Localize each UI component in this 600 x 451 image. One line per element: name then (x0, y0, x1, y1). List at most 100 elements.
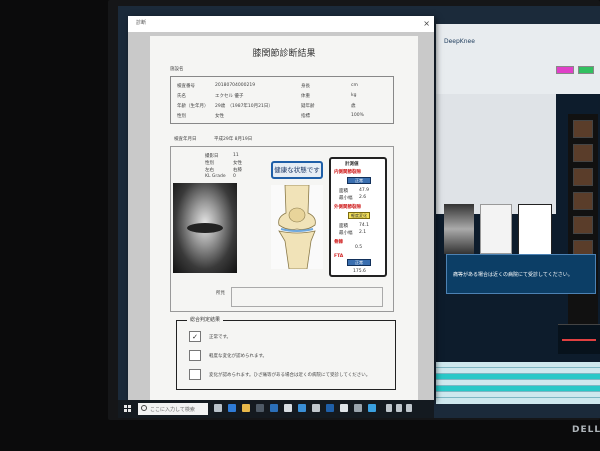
edge-browser-icon[interactable] (228, 404, 236, 412)
background-message-dialog: 痛等がある場合は近くの病院にて受診してください。 (446, 254, 596, 294)
background-header: DeepKnee (436, 24, 600, 94)
app-icon[interactable] (298, 404, 306, 412)
inner-width-label: 最小幅 (339, 196, 353, 201)
measurement-title: 計測値 (345, 162, 359, 167)
result-text-mild: 軽度な変化が認められます。 (209, 354, 268, 359)
remarks-field[interactable]: 所見 (216, 287, 383, 307)
outer-joint-label: 外側関節裂隙 (334, 205, 361, 210)
field-label: 年齢（生年月） (177, 104, 209, 109)
knee-xray-image (173, 183, 237, 273)
field-label: 疑年齢 (301, 104, 315, 109)
outer-area-value: 74.1 (359, 223, 370, 228)
field-label: 指標 (301, 114, 310, 119)
inner-area-label: 面積 (339, 189, 348, 194)
fta-normal-button[interactable]: 正常 (347, 259, 371, 266)
field-value: 29歳 （1987年10月21日） (215, 104, 273, 109)
result-checkbox-normal[interactable]: ✓ (189, 331, 201, 342)
summary-value: 右膝 (233, 168, 242, 173)
field-value: 歳 (351, 104, 356, 109)
app-icon[interactable] (354, 404, 362, 412)
window-titlebar[interactable]: 診断 × (128, 16, 434, 32)
osteophyte-label: 骨棘 (334, 240, 343, 245)
tray-icon[interactable] (396, 404, 402, 412)
osteophyte-value: 0.5 (355, 245, 363, 250)
field-value: エクセル 優子 (215, 94, 244, 99)
background-result-panel (436, 94, 556, 278)
inner-normal-button[interactable]: 正常 (347, 177, 371, 184)
app-icon[interactable] (326, 404, 334, 412)
background-thumbnail-strip[interactable] (568, 114, 598, 334)
background-data-table[interactable] (436, 362, 600, 404)
diagnosis-window[interactable]: 診断 × 膝関節診断結果 施設名 検査番号 20180704000219 氏名 … (128, 16, 434, 400)
exam-date-value: 平成29年 8月19日 (214, 137, 253, 142)
measurement-panel: 計測値 内側関節裂隙 正常 面積 47.9 最小幅 2.6 外側関節裂隙 軽度変… (329, 157, 387, 277)
outer-width-label: 最小幅 (339, 231, 353, 236)
outer-mild-change-badge[interactable]: 軽度変化 (348, 212, 370, 219)
background-magenta-button[interactable] (556, 66, 574, 74)
taskbar-apps (214, 404, 376, 414)
chart-line (562, 339, 596, 341)
thumbnail[interactable] (573, 168, 593, 186)
field-value: 100% (351, 113, 364, 118)
summary-label: 左右 (205, 168, 214, 173)
window-title: 診断 (136, 20, 147, 26)
background-chart (558, 324, 600, 354)
field-value: 女性 (215, 114, 224, 119)
app-icon[interactable] (312, 404, 320, 412)
app-icon[interactable] (368, 404, 376, 412)
background-dialog-text: 痛等がある場合は近くの病院にて受診してください。 (453, 272, 573, 278)
field-label: 氏名 (177, 94, 186, 99)
summary-label: KL Grade (205, 174, 226, 179)
system-tray[interactable] (386, 404, 412, 412)
thumbnail[interactable] (573, 216, 593, 234)
result-checkbox-mild[interactable] (189, 350, 201, 361)
close-button[interactable]: × (423, 19, 430, 29)
field-value: cm (351, 83, 358, 88)
task-view-icon[interactable] (214, 404, 222, 412)
taskbar-search-box[interactable]: ここに入力して検索 (138, 403, 208, 415)
background-knee-illustration (480, 204, 512, 254)
health-status-button[interactable]: 健康な状態です (271, 161, 323, 179)
overall-result-title: 総合判定結果 (187, 316, 224, 323)
background-xray-image (444, 204, 474, 254)
background-app-title: DeepKnee (444, 38, 475, 45)
search-placeholder: ここに入力して検索 (150, 407, 195, 413)
summary-label: 性別 (205, 161, 214, 166)
monitor-brand-logo: DELL (572, 425, 600, 435)
table-row[interactable] (436, 392, 600, 398)
background-green-button[interactable] (578, 66, 594, 74)
outer-width-value: 2.1 (359, 230, 367, 235)
knee-bone-icon (278, 184, 316, 270)
field-label: 検査番号 (177, 84, 195, 89)
file-explorer-icon[interactable] (242, 404, 250, 412)
inner-width-value: 2.6 (359, 195, 367, 200)
thumbnail[interactable] (573, 144, 593, 162)
thumbnail[interactable] (573, 192, 593, 210)
outer-area-label: 面積 (339, 224, 348, 229)
app-icon[interactable] (284, 404, 292, 412)
app-icon[interactable] (340, 404, 348, 412)
tray-icon[interactable] (386, 404, 392, 412)
knee-anatomy-illustration (271, 184, 323, 270)
field-label: 身長 (301, 84, 310, 89)
search-icon (141, 405, 147, 411)
xray-joint-space (187, 223, 223, 233)
field-value: kg (351, 93, 357, 98)
windows-start-icon[interactable] (124, 405, 132, 413)
result-checkbox-changed[interactable] (189, 369, 201, 380)
fta-label: FTA (334, 254, 344, 259)
window-body: 膝関節診断結果 施設名 検査番号 20180704000219 氏名 エクセル … (128, 32, 434, 400)
thumbnail[interactable] (573, 120, 593, 138)
store-icon[interactable] (256, 404, 264, 412)
summary-value: 11 (233, 153, 239, 158)
patient-info-box: 検査番号 20180704000219 氏名 エクセル 優子 年齢（生年月） 2… (170, 76, 394, 124)
diagnosis-report: 膝関節診断結果 施設名 検査番号 20180704000219 氏名 エクセル … (150, 36, 418, 400)
mail-icon[interactable] (270, 404, 278, 412)
background-application[interactable]: DeepKnee 痛等がある場合は近くの病院にて受診してください。 (436, 24, 600, 404)
remarks-label: 所見 (216, 291, 225, 296)
summary-value: 女性 (233, 161, 242, 166)
tray-icon[interactable] (406, 404, 412, 412)
summary-value: 0 (233, 174, 236, 179)
overall-result-box: 総合判定結果 ✓ 正常です。 軽度な変化が認められます。 変化が認められます。ひ… (176, 316, 396, 390)
inner-joint-label: 内側関節裂隙 (334, 170, 361, 175)
